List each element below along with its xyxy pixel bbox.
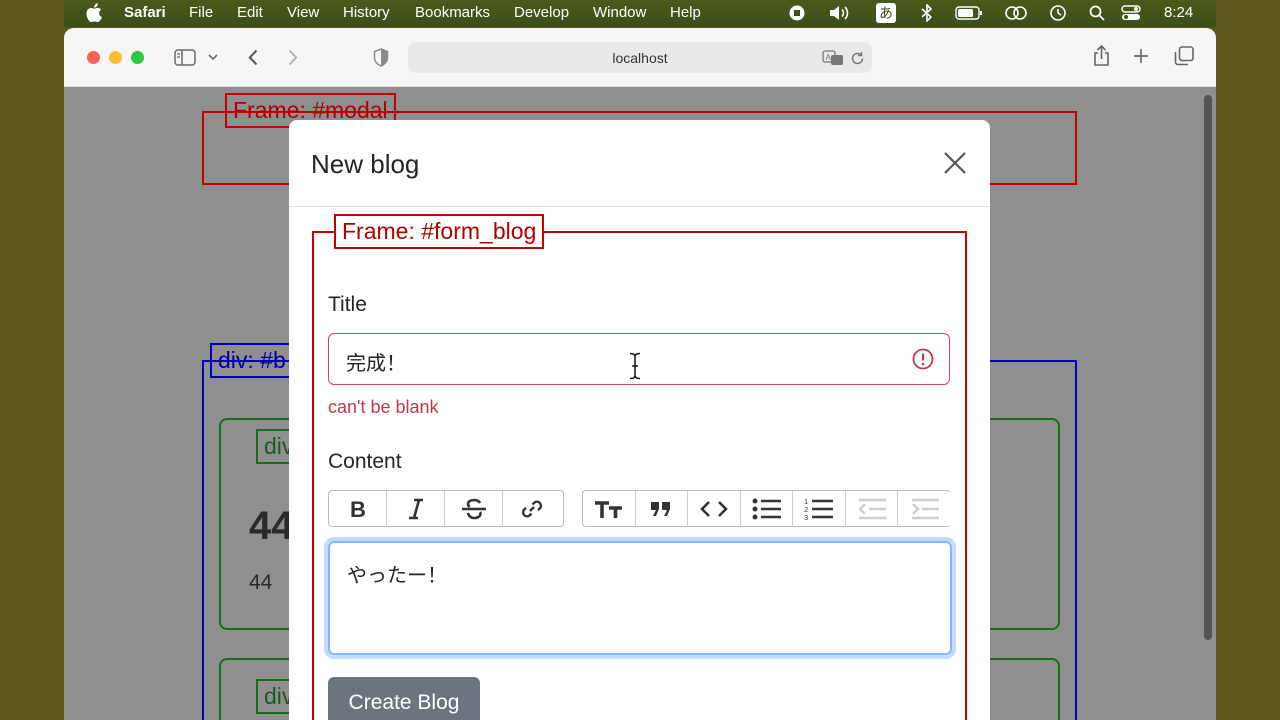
modal-header: New blog bbox=[289, 120, 990, 207]
menu-file[interactable]: File bbox=[189, 4, 213, 21]
privacy-shield-icon[interactable] bbox=[370, 46, 392, 68]
input-method-icon[interactable]: あ bbox=[876, 3, 896, 23]
create-blog-button[interactable]: Create Blog bbox=[328, 677, 480, 720]
content-label: Content bbox=[328, 450, 402, 473]
browser-toolbar: localhost A bbox=[64, 28, 1216, 87]
blogs-div-label: div: #b bbox=[210, 343, 294, 378]
outdent-icon[interactable] bbox=[846, 491, 899, 526]
screen-mirroring-icon[interactable] bbox=[1004, 3, 1028, 23]
battery-icon[interactable] bbox=[954, 3, 984, 23]
italic-icon[interactable] bbox=[387, 491, 445, 526]
form-frame-label: Frame: #form_blog bbox=[334, 214, 545, 249]
menu-edit[interactable]: Edit bbox=[237, 4, 263, 21]
page-scrollbar[interactable] bbox=[1204, 95, 1212, 640]
error-icon bbox=[912, 348, 934, 370]
blog-card-content: 44 bbox=[249, 571, 273, 594]
svg-text:B: B bbox=[350, 498, 366, 520]
forward-icon[interactable] bbox=[282, 45, 304, 69]
title-input-value: 完成！ bbox=[346, 353, 406, 375]
indent-icon[interactable] bbox=[898, 491, 950, 526]
menu-bookmarks[interactable]: Bookmarks bbox=[415, 4, 490, 21]
menu-app-name[interactable]: Safari bbox=[124, 4, 166, 21]
time-machine-icon[interactable] bbox=[1048, 3, 1068, 23]
blog-card-title: 44 bbox=[249, 504, 294, 548]
sidebar-icon[interactable] bbox=[172, 45, 198, 69]
spotlight-icon[interactable] bbox=[1088, 3, 1106, 23]
text-cursor-icon bbox=[628, 352, 646, 382]
menu-history[interactable]: History bbox=[343, 4, 390, 21]
chevron-down-icon[interactable] bbox=[206, 50, 220, 64]
new-blog-modal: New blog Frame: #form_blog Title 完成！ can… bbox=[289, 120, 990, 720]
control-center-icon[interactable] bbox=[1120, 3, 1142, 23]
screen-record-icon[interactable] bbox=[788, 3, 806, 23]
menu-bar: Safari File Edit View History Bookmarks … bbox=[64, 0, 1216, 27]
new-tab-icon[interactable] bbox=[1131, 46, 1151, 66]
menu-view[interactable]: View bbox=[287, 4, 319, 21]
back-icon[interactable] bbox=[242, 45, 264, 69]
menu-window[interactable]: Window bbox=[593, 4, 646, 21]
apple-menu-icon[interactable] bbox=[86, 3, 102, 26]
close-window-button[interactable] bbox=[87, 51, 100, 64]
title-label: Title bbox=[328, 293, 367, 316]
heading-icon[interactable] bbox=[583, 491, 636, 526]
block-tools-group: 123 bbox=[582, 490, 951, 527]
address-bar[interactable]: localhost A bbox=[408, 42, 872, 73]
close-icon[interactable] bbox=[940, 148, 970, 178]
content-editor[interactable]: やったー！ bbox=[328, 541, 952, 655]
code-icon[interactable] bbox=[688, 491, 741, 526]
reload-icon[interactable] bbox=[848, 49, 866, 67]
title-error-message: can't be blank bbox=[328, 397, 439, 417]
strikethrough-icon[interactable] bbox=[445, 491, 503, 526]
number-list-icon[interactable]: 123 bbox=[793, 491, 846, 526]
menu-clock[interactable]: 8:24 bbox=[1164, 4, 1193, 21]
share-icon[interactable] bbox=[1090, 44, 1112, 68]
bullet-list-icon[interactable] bbox=[741, 491, 794, 526]
modal-title: New blog bbox=[311, 149, 420, 179]
zoom-window-button[interactable] bbox=[131, 51, 144, 64]
svg-text:A: A bbox=[826, 53, 832, 62]
link-icon[interactable] bbox=[503, 491, 561, 526]
tab-overview-icon[interactable] bbox=[1172, 45, 1196, 67]
quote-icon[interactable] bbox=[636, 491, 689, 526]
page-viewport: Frame: #modal div: #b div 44 44 div New … bbox=[64, 87, 1216, 720]
bluetooth-icon[interactable] bbox=[920, 3, 934, 23]
volume-icon[interactable] bbox=[828, 3, 852, 23]
menu-develop[interactable]: Develop bbox=[514, 4, 569, 21]
bold-icon[interactable]: B bbox=[329, 491, 387, 526]
translate-icon[interactable]: A bbox=[822, 48, 844, 67]
svg-text:3: 3 bbox=[804, 513, 808, 521]
menu-help[interactable]: Help bbox=[670, 4, 701, 21]
text-tools-group: B bbox=[328, 490, 564, 527]
minimize-window-button[interactable] bbox=[109, 51, 122, 64]
url-text: localhost bbox=[612, 50, 668, 66]
browser-window: localhost A Frame: #modal div: #b div 44… bbox=[64, 28, 1216, 720]
content-editor-text: やったー！ bbox=[347, 565, 447, 587]
